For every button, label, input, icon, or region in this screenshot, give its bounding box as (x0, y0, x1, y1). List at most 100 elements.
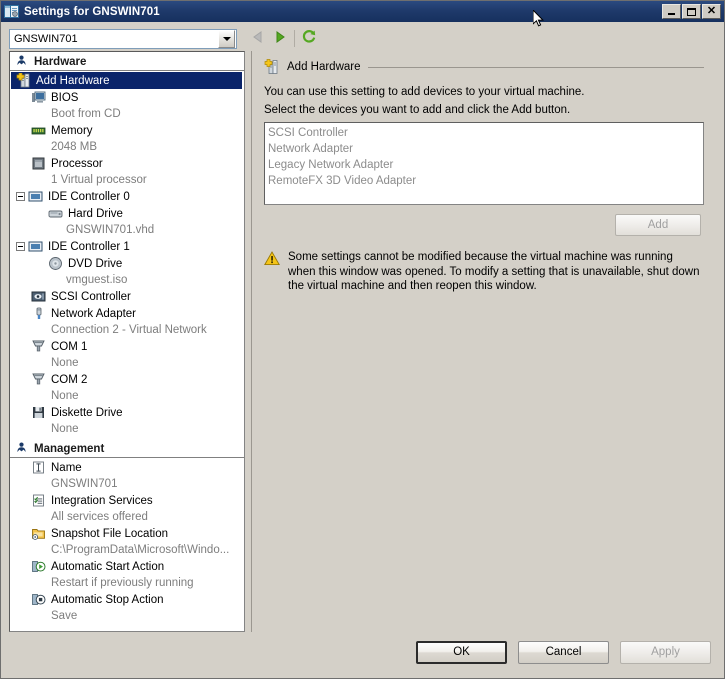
tree-item-add-hardware[interactable]: Add Hardware (11, 72, 242, 89)
tree-item-snapshot-file-location-label: Snapshot File Location (51, 527, 168, 540)
tree-item-name[interactable]: Name (10, 459, 244, 476)
detail-header: Add Hardware (262, 59, 704, 75)
window-controls: ✕ (662, 4, 721, 19)
add-button[interactable]: Add (615, 214, 701, 236)
com-port-icon (31, 339, 47, 354)
cancel-button[interactable]: Cancel (518, 640, 609, 664)
tree-item-name-label: Name (51, 461, 82, 474)
tree-item-scsi-controller[interactable]: SCSI Controller (10, 288, 244, 305)
integration-services-icon (31, 493, 47, 508)
window-title: Settings for GNSWIN701 (24, 5, 160, 18)
tree-item-integration-services-label: Integration Services (51, 494, 153, 507)
tree-item-name-sub: GNSWIN701 (51, 478, 118, 490)
tree-group-hardware-label: Hardware (34, 55, 87, 68)
snapshot-folder-icon (31, 526, 47, 541)
tree-item-automatic-start-action-label: Automatic Start Action (51, 560, 165, 573)
detail-pane: Add Hardware You can use this setting to… (251, 51, 716, 632)
tree-item-memory[interactable]: Memory (10, 122, 244, 139)
settings-tree[interactable]: Hardware Add Hardware BIOS Boot from CD … (9, 51, 245, 632)
tree-item-hard-drive-sub: GNSWIN701.vhd (66, 224, 155, 236)
back-arrow-icon (251, 30, 265, 47)
hyperv-settings-icon (4, 4, 20, 19)
forward-button[interactable] (269, 28, 291, 50)
memory-icon (31, 123, 47, 138)
tree-item-diskette-drive[interactable]: Diskette Drive (10, 404, 244, 421)
toolbar: GNSWIN701 (1, 22, 724, 51)
refresh-button[interactable] (298, 28, 320, 50)
warning-message: Some settings cannot be modified because… (264, 250, 702, 294)
tree-item-com-2-label: COM 2 (51, 373, 88, 386)
tree-item-scsi-controller-label: SCSI Controller (51, 290, 131, 303)
tree-item-add-hardware-label: Add Hardware (36, 74, 110, 87)
maximize-button[interactable] (682, 4, 701, 19)
hard-drive-icon (48, 206, 64, 221)
detail-paragraph-1: You can use this setting to add devices … (264, 86, 585, 98)
tree-item-memory-label: Memory (51, 124, 93, 137)
tree-item-integration-services-sub: All services offered (51, 511, 148, 523)
tree-item-bios[interactable]: BIOS (10, 89, 244, 106)
list-item[interactable]: Network Adapter (268, 141, 703, 157)
tree-item-ide-controller-0[interactable]: IDE Controller 0 (10, 188, 244, 205)
tree-item-com-1[interactable]: COM 1 (10, 338, 244, 355)
tree-item-com-1-label: COM 1 (51, 340, 88, 353)
tree-item-automatic-start-action[interactable]: Automatic Start Action (10, 558, 244, 575)
automatic-stop-icon (31, 592, 47, 607)
forward-arrow-icon (273, 30, 287, 47)
tree-item-automatic-start-action-sub: Restart if previously running (51, 577, 194, 589)
tree-item-ide-controller-1-label: IDE Controller 1 (48, 240, 130, 253)
list-item[interactable]: SCSI Controller (268, 125, 703, 141)
tree-item-processor[interactable]: Processor (10, 155, 244, 172)
tree-item-com-2[interactable]: COM 2 (10, 371, 244, 388)
tree-item-dvd-drive-label: DVD Drive (68, 257, 123, 270)
tree-item-processor-sub: 1 Virtual processor (51, 174, 147, 186)
list-item[interactable]: RemoteFX 3D Video Adapter (268, 173, 703, 189)
tree-item-bios-sub: Boot from CD (51, 108, 121, 120)
tree-group-management: Management (10, 440, 244, 458)
detail-header-title: Add Hardware (287, 61, 361, 73)
diskette-drive-icon (31, 405, 47, 420)
automatic-start-icon (31, 559, 47, 574)
device-listbox[interactable]: SCSI Controller Network Adapter Legacy N… (264, 122, 704, 205)
title-bar: Settings for GNSWIN701 ✕ (1, 1, 724, 22)
bios-icon (31, 90, 47, 105)
warning-text: Some settings cannot be modified because… (288, 251, 700, 292)
tree-item-automatic-stop-action-sub: Save (51, 610, 78, 622)
tree-item-com-2-sub: None (51, 390, 79, 402)
tree-group-hardware: Hardware (10, 53, 244, 71)
detail-paragraph-2: Select the devices you want to add and c… (264, 104, 571, 116)
tree-item-bios-label: BIOS (51, 91, 79, 104)
tree-group-management-label: Management (34, 442, 105, 455)
ide-controller-icon (28, 189, 44, 204)
apply-button[interactable]: Apply (620, 640, 711, 664)
vm-selector-combobox[interactable]: GNSWIN701 (9, 28, 237, 49)
tree-item-memory-sub: 2048 MB (51, 141, 98, 153)
list-item[interactable]: Legacy Network Adapter (268, 157, 703, 173)
collapse-toggle[interactable] (16, 192, 25, 201)
tree-item-network-adapter[interactable]: Network Adapter (10, 305, 244, 322)
tree-item-diskette-drive-sub: None (51, 423, 79, 435)
minimize-button[interactable] (662, 4, 681, 19)
tree-item-dvd-drive-sub: vmguest.iso (66, 274, 128, 286)
toolbar-divider (294, 30, 295, 47)
chevron-down-icon[interactable] (218, 29, 235, 48)
tree-item-hard-drive[interactable]: Hard Drive (10, 205, 244, 222)
ok-button[interactable]: OK (416, 640, 507, 664)
dialog-body: Hardware Add Hardware BIOS Boot from CD … (1, 51, 724, 632)
tree-item-ide-controller-1[interactable]: IDE Controller 1 (10, 238, 244, 255)
refresh-icon (301, 29, 317, 48)
management-group-icon (16, 442, 27, 456)
add-button-row: Add (262, 214, 704, 236)
tree-item-automatic-stop-action[interactable]: Automatic Stop Action (10, 591, 244, 608)
vm-selector-value: GNSWIN701 (14, 32, 78, 45)
tree-item-dvd-drive[interactable]: DVD Drive (10, 255, 244, 272)
com-port-icon (31, 372, 47, 387)
close-button[interactable]: ✕ (702, 4, 721, 19)
back-button[interactable] (247, 28, 269, 50)
add-hardware-icon (264, 59, 280, 75)
settings-dialog: Settings for GNSWIN701 ✕ GNSWIN701 Hardw… (0, 0, 725, 679)
collapse-toggle[interactable] (16, 242, 25, 251)
tree-item-integration-services[interactable]: Integration Services (10, 492, 244, 509)
name-icon (31, 460, 47, 475)
tree-item-snapshot-file-location[interactable]: Snapshot File Location (10, 525, 244, 542)
tree-item-network-adapter-sub: Connection 2 - Virtual Network (51, 324, 207, 336)
